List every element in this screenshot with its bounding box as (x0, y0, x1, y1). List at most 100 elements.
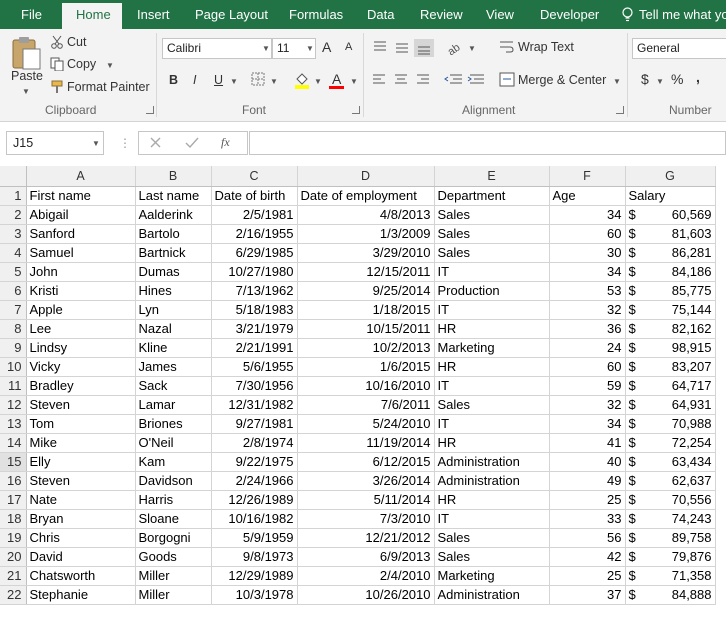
cell[interactable]: Miller (135, 585, 212, 605)
cell[interactable]: Department (434, 186, 550, 206)
cell[interactable]: 59 (549, 376, 626, 396)
column-header-d[interactable]: D (297, 166, 435, 187)
row-header[interactable]: 1 (0, 186, 27, 206)
cell[interactable]: Apple (26, 300, 136, 320)
cell[interactable]: 10/26/2010 (297, 585, 435, 605)
tab-data[interactable]: Data (367, 0, 394, 29)
fill-color-dropdown-icon[interactable]: ▼ (314, 77, 322, 86)
insert-function-button[interactable]: fx (221, 135, 230, 150)
cell[interactable]: Goods (135, 547, 212, 567)
cell[interactable]: HR (434, 319, 550, 339)
cell[interactable]: 9/25/2014 (297, 281, 435, 301)
cell[interactable]: 6/29/1985 (211, 243, 298, 263)
cell[interactable]: Nate (26, 490, 136, 510)
cell[interactable]: Sales (434, 243, 550, 263)
format-painter-button[interactable]: Format Painter (67, 80, 150, 94)
cell[interactable]: Stephanie (26, 585, 136, 605)
cell[interactable]: HR (434, 490, 550, 510)
cell[interactable]: Marketing (434, 338, 550, 358)
cell[interactable]: O'Neil (135, 433, 212, 453)
cell[interactable]: IT (434, 414, 550, 434)
cell[interactable]: Miller (135, 566, 212, 586)
cell[interactable]: 3/29/2010 (297, 243, 435, 263)
font-name-box[interactable]: Calibri (162, 38, 272, 59)
cell[interactable]: 3/26/2014 (297, 471, 435, 491)
cell[interactable]: Aalderink (135, 205, 212, 225)
font-color-dropdown-icon[interactable]: ▼ (350, 77, 358, 86)
name-box-dropdown-icon[interactable]: ▼ (92, 139, 100, 148)
cell[interactable]: Tom (26, 414, 136, 434)
row-header[interactable]: 2 (0, 205, 27, 225)
cell[interactable]: Dumas (135, 262, 212, 282)
cell[interactable]: James (135, 357, 212, 377)
row-header[interactable]: 14 (0, 433, 27, 453)
cell[interactable]: Steven (26, 471, 136, 491)
tab-developer[interactable]: Developer (540, 0, 599, 29)
cell[interactable]: 10/16/1982 (211, 509, 298, 529)
cell[interactable]: 36 (549, 319, 626, 339)
cell[interactable]: 33 (549, 509, 626, 529)
row-header[interactable]: 21 (0, 566, 27, 586)
cell[interactable]: $86,281 (625, 243, 716, 263)
cell[interactable]: Bartolo (135, 224, 212, 244)
cell[interactable]: Bartnick (135, 243, 212, 263)
cell[interactable]: Borgogni (135, 528, 212, 548)
column-header-g[interactable]: G (625, 166, 716, 187)
cell[interactable]: Date of birth (211, 186, 298, 206)
percent-style-button[interactable]: % (671, 71, 683, 87)
orientation-icon[interactable]: ab (446, 39, 466, 55)
indent-icons[interactable] (444, 72, 488, 88)
cell[interactable]: 4/8/2013 (297, 205, 435, 225)
row-header[interactable]: 11 (0, 376, 27, 396)
cell[interactable]: 40 (549, 452, 626, 472)
cell[interactable]: Sales (434, 224, 550, 244)
cell[interactable]: $71,358 (625, 566, 716, 586)
cell[interactable]: $85,775 (625, 281, 716, 301)
clipboard-launcher-icon[interactable] (146, 106, 154, 114)
merge-center-button[interactable]: Merge & Center (518, 73, 606, 87)
wrap-text-button[interactable]: Wrap Text (518, 40, 574, 54)
cell[interactable]: Sales (434, 205, 550, 225)
cell[interactable]: Sales (434, 528, 550, 548)
copy-dropdown-icon[interactable]: ▼ (106, 61, 114, 70)
cell[interactable]: $79,876 (625, 547, 716, 567)
row-header[interactable]: 22 (0, 585, 27, 605)
orientation-dropdown-icon[interactable]: ▼ (468, 44, 476, 53)
cell[interactable]: 10/2/2013 (297, 338, 435, 358)
cell[interactable]: HR (434, 433, 550, 453)
cell[interactable]: Kam (135, 452, 212, 472)
font-color-button[interactable]: A (332, 71, 341, 87)
cell[interactable]: First name (26, 186, 136, 206)
cell[interactable]: Samuel (26, 243, 136, 263)
row-header[interactable]: 13 (0, 414, 27, 434)
cell[interactable]: $70,556 (625, 490, 716, 510)
shrink-font-button[interactable]: A (345, 41, 352, 53)
cell[interactable]: 24 (549, 338, 626, 358)
cell[interactable]: IT (434, 509, 550, 529)
row-header[interactable]: 4 (0, 243, 27, 263)
cell[interactable]: 5/9/1959 (211, 528, 298, 548)
cell[interactable]: 41 (549, 433, 626, 453)
cell[interactable]: 10/27/1980 (211, 262, 298, 282)
cell[interactable]: Last name (135, 186, 212, 206)
cell[interactable]: 53 (549, 281, 626, 301)
tab-file[interactable]: File (21, 0, 42, 29)
cell[interactable]: Administration (434, 471, 550, 491)
italic-button[interactable]: I (193, 73, 196, 87)
cell[interactable]: Vicky (26, 357, 136, 377)
cell[interactable]: Mike (26, 433, 136, 453)
cell[interactable]: 34 (549, 414, 626, 434)
row-header[interactable]: 16 (0, 471, 27, 491)
cell[interactable]: 37 (549, 585, 626, 605)
cell[interactable]: $89,758 (625, 528, 716, 548)
row-header[interactable]: 3 (0, 224, 27, 244)
tab-insert[interactable]: Insert (137, 0, 170, 29)
cell[interactable]: Davidson (135, 471, 212, 491)
cell[interactable]: 25 (549, 490, 626, 510)
cell[interactable]: Administration (434, 452, 550, 472)
row-header[interactable]: 17 (0, 490, 27, 510)
column-header-e[interactable]: E (434, 166, 550, 187)
cell[interactable]: 9/27/1981 (211, 414, 298, 434)
cell[interactable]: Date of employment (297, 186, 435, 206)
cell[interactable]: 6/12/2015 (297, 452, 435, 472)
